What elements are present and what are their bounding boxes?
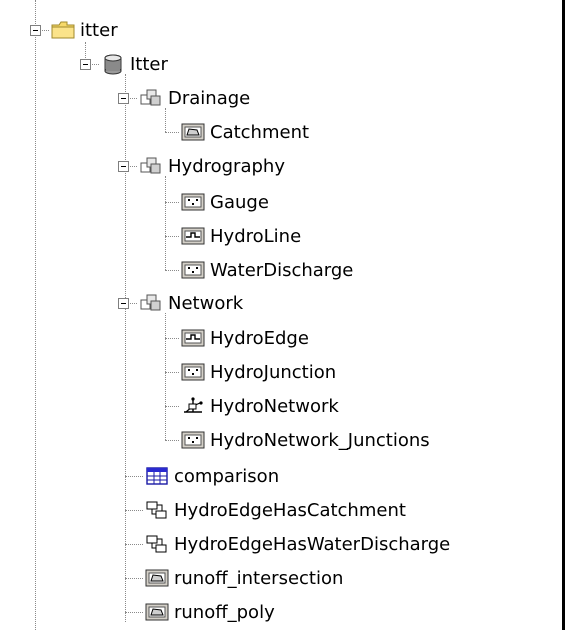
polygon-feature-class-icon — [145, 603, 169, 621]
tree-node-label: comparison — [174, 465, 280, 487]
feature-dataset-icon — [140, 89, 161, 106]
tree-node-network[interactable]: Network — [138, 288, 243, 318]
tree-node-label: Gauge — [210, 191, 269, 213]
collapse-button-itter[interactable] — [30, 25, 41, 36]
geometric-network-icon — [184, 397, 203, 413]
point-feature-class-icon — [181, 193, 205, 211]
tree-node-hydronetwork[interactable]: HydroNetwork — [180, 391, 339, 421]
tree-node-database[interactable]: Itter — [100, 49, 168, 79]
tree-node-label: WaterDischarge — [210, 259, 354, 281]
collapse-button-Itter[interactable] — [80, 59, 91, 70]
tree-node-drainage[interactable]: Drainage — [138, 83, 250, 113]
relationship-class-icon — [146, 535, 167, 553]
tree-line — [125, 544, 143, 545]
tree-node-label: HydroEdge — [210, 327, 309, 349]
line-feature-class-icon — [181, 329, 205, 347]
tree-line — [165, 202, 179, 203]
tree-node-label: Hydrography — [168, 155, 285, 177]
tree-node-hydrography[interactable]: Hydrography — [138, 151, 285, 181]
collapse-button-drainage[interactable] — [118, 93, 129, 104]
tree-line — [165, 406, 179, 407]
tree-node-hydrojunction[interactable]: HydroJunction — [180, 357, 336, 387]
tree-node-label: HydroEdgeHasWaterDischarge — [174, 533, 451, 555]
tree-node-label: Itter — [130, 53, 168, 75]
tree-node-hydroedgehaswaterdischarge[interactable]: HydroEdgeHasWaterDischarge — [144, 529, 450, 559]
tree-line — [165, 236, 179, 237]
tree-node-hydroedgehascatchment[interactable]: HydroEdgeHasCatchment — [144, 495, 406, 525]
tree-line — [125, 510, 143, 511]
tree-line — [125, 74, 126, 622]
tree-node-label: runoff_poly — [174, 601, 275, 623]
tree-node-runoff-poly[interactable]: runoff_poly — [144, 597, 275, 627]
tree-node-label: HydroJunction — [210, 361, 337, 383]
tree-line — [125, 578, 143, 579]
catalog-tree-panel[interactable]: itter Itter Drainage Catchment Hydrograp… — [0, 0, 565, 630]
tree-line — [165, 338, 179, 339]
tree-node-label: HydroLine — [210, 225, 302, 247]
point-feature-class-icon — [181, 363, 205, 381]
folder-icon — [51, 21, 75, 39]
table-icon — [146, 467, 168, 485]
polygon-feature-class-icon — [181, 123, 205, 141]
tree-line — [125, 476, 143, 477]
tree-line — [165, 440, 179, 441]
tree-node-label: Drainage — [168, 87, 251, 109]
tree-node-label: itter — [80, 19, 118, 41]
line-feature-class-icon — [181, 227, 205, 245]
tree-line — [165, 270, 179, 271]
tree-node-runoff-intersection[interactable]: runoff_intersection — [144, 563, 343, 593]
collapse-button-hydrography[interactable] — [118, 161, 129, 172]
tree-node-waterdischarge[interactable]: WaterDischarge — [180, 255, 353, 285]
relationship-class-icon — [146, 501, 167, 519]
tree-node-label: runoff_intersection — [174, 567, 344, 589]
tree-node-hydroline[interactable]: HydroLine — [180, 221, 301, 251]
tree-line — [165, 176, 166, 270]
collapse-button-network[interactable] — [118, 298, 129, 309]
point-feature-class-icon — [181, 431, 205, 449]
tree-node-comparison[interactable]: comparison — [144, 461, 279, 491]
feature-dataset-icon — [140, 157, 161, 174]
tree-node-label: Network — [168, 292, 244, 314]
database-icon — [104, 54, 122, 75]
tree-line — [165, 313, 166, 440]
tree-line — [125, 612, 143, 613]
tree-line — [165, 132, 179, 133]
tree-node-label: HydroNetwork — [210, 395, 339, 417]
tree-line — [165, 372, 179, 373]
tree-node-label: HydroNetwork_Junctions — [210, 429, 430, 451]
point-feature-class-icon — [181, 261, 205, 279]
tree-node-gauge[interactable]: Gauge — [180, 187, 269, 217]
tree-node-itter[interactable]: itter — [50, 15, 118, 45]
tree-line — [35, 0, 36, 630]
feature-dataset-icon — [140, 294, 161, 311]
tree-node-label: HydroEdgeHasCatchment — [174, 499, 406, 521]
tree-node-label: Catchment — [210, 121, 310, 143]
tree-node-hydroedge[interactable]: HydroEdge — [180, 323, 309, 353]
tree-node-catchment[interactable]: Catchment — [180, 117, 309, 147]
tree-node-hydronetwork-junctions[interactable]: HydroNetwork_Junctions — [180, 425, 430, 455]
polygon-feature-class-icon — [145, 569, 169, 587]
